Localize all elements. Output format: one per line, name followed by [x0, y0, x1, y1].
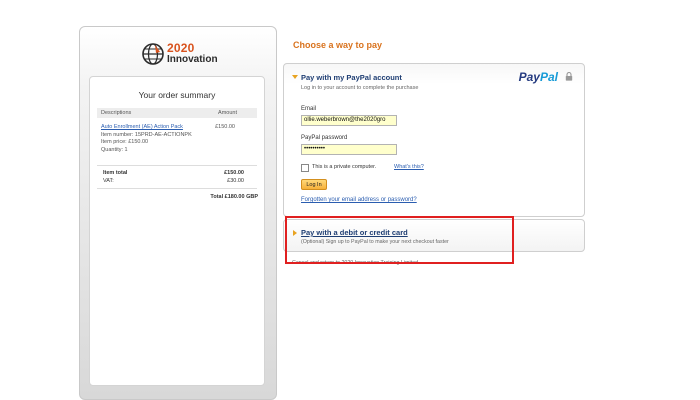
vat-label: VAT: — [103, 178, 114, 184]
private-computer-label: This is a private computer. — [312, 164, 377, 170]
item-price: Item price: £150.00 — [101, 139, 149, 145]
globe-icon — [142, 43, 164, 65]
order-panel: 2020 Innovation Your order summary Descr… — [79, 26, 277, 400]
item-total-label: Item total — [103, 170, 128, 176]
col-amount: Amount — [218, 110, 237, 116]
paypal-logo: PayPal — [519, 70, 558, 84]
brand-line1: 2020 — [167, 41, 195, 55]
order-total: Total £180.00 GBP — [210, 194, 258, 200]
password-label: PayPal password — [301, 135, 348, 141]
whats-this-link[interactable]: What's this? — [394, 164, 424, 170]
item-total-value: £150.00 — [224, 170, 244, 176]
choose-payment-heading: Choose a way to pay — [293, 40, 383, 50]
highlight-box — [285, 216, 514, 264]
order-item: Auto Enrollment (AE) Action Pack Item nu… — [101, 124, 221, 154]
brand-line2: Innovation — [167, 54, 218, 65]
paypal-login-section: Pay with my PayPal account Log in to you… — [283, 63, 585, 217]
expand-arrow-icon — [292, 75, 298, 79]
paypal-section-heading[interactable]: Pay with my PayPal account — [301, 73, 402, 82]
forgot-credentials-link[interactable]: Forgotten your email address or password… — [301, 197, 417, 203]
col-descriptions: Descriptions — [101, 110, 132, 116]
paypal-section-subtitle: Log in to your account to complete the p… — [301, 85, 419, 91]
order-summary-title: Your order summary — [138, 90, 216, 100]
item-name-link[interactable]: Auto Enrollment (AE) Action Pack — [101, 124, 221, 132]
email-field[interactable]: ollie.weberbrown@the2020gro — [301, 115, 397, 126]
order-table-header: Descriptions Amount — [97, 108, 257, 118]
private-computer-checkbox[interactable] — [301, 164, 309, 172]
vat-value: £30.00 — [227, 178, 244, 184]
paypal-logo-pay: Pay — [518, 70, 540, 84]
lock-icon — [565, 72, 573, 81]
item-amount: £150.00 — [215, 124, 235, 130]
paypal-logo-pal: Pal — [539, 70, 558, 84]
brand-logo: 2020 Innovation — [142, 41, 242, 71]
login-button[interactable]: Log In — [301, 179, 327, 190]
divider — [97, 188, 257, 189]
email-label: Email — [301, 106, 317, 112]
divider — [97, 165, 257, 166]
item-quantity: Quantity: 1 — [101, 146, 128, 153]
password-field[interactable]: •••••••••• — [301, 144, 397, 155]
item-number: Item number: 15PRD-AE-ACTIONPK — [101, 131, 192, 138]
order-summary: Your order summary Descriptions Amount A… — [89, 76, 265, 386]
